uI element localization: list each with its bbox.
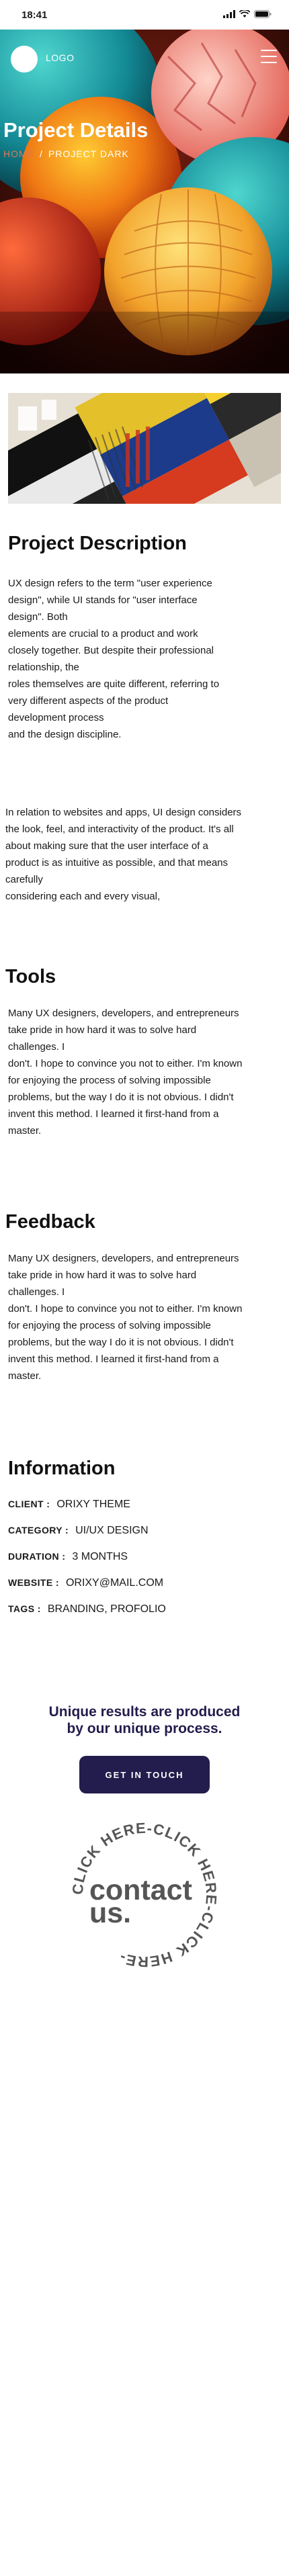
info-row-duration: DURATION : 3 MONTHS	[8, 1551, 128, 1563]
badge-center-line-2: us.	[89, 1897, 132, 1929]
hamburger-menu-icon[interactable]	[261, 50, 277, 63]
info-value: 3 MONTHS	[72, 1551, 128, 1562]
description-paragraph-2: In relation to websites and apps, UI des…	[5, 807, 242, 902]
info-row-website: WEBSITE : ORIXY@MAIL.COM	[8, 1577, 163, 1589]
tools-heading: Tools	[5, 966, 56, 987]
breadcrumb-separator: /	[40, 148, 43, 159]
feedback-heading: Feedback	[5, 1211, 95, 1233]
breadcrumb: HOME / PROJECT DARK	[3, 148, 129, 159]
info-row-client: CLIENT : ORIXY THEME	[8, 1499, 130, 1511]
info-label: DURATION :	[8, 1551, 66, 1562]
info-row-tags: TAGS : BRANDING, PROFOLIO	[8, 1603, 166, 1615]
info-label: CLIENT :	[8, 1499, 50, 1509]
signal-icon	[223, 10, 235, 18]
hero-balloons-image	[0, 30, 289, 373]
project-image-strip	[8, 393, 281, 504]
cta-title: Unique results are produced by our uniqu…	[0, 1703, 289, 1737]
status-time: 18:41	[22, 9, 48, 21]
breadcrumb-home-link[interactable]: HOME	[3, 148, 34, 159]
logo-mark[interactable]	[11, 46, 38, 73]
description-paragraph-1: UX design refers to the term "user exper…	[8, 578, 220, 740]
cta-title-line-1: Unique results are produced	[48, 1704, 241, 1720]
wifi-icon	[239, 10, 250, 17]
battery-icon	[254, 10, 272, 18]
info-label: CATEGORY :	[8, 1525, 69, 1536]
info-value: UI/UX DESIGN	[75, 1525, 149, 1536]
info-value: ORIXY THEME	[56, 1499, 130, 1510]
status-bar: 18:41	[0, 0, 289, 30]
information-heading: Information	[8, 1458, 116, 1479]
feedback-paragraph: Many UX designers, developers, and entre…	[8, 1253, 243, 1382]
project-collage-image	[8, 393, 281, 504]
info-value[interactable]: ORIXY@MAIL.COM	[66, 1577, 163, 1589]
info-row-category: CATEGORY : UI/UX DESIGN	[8, 1525, 149, 1537]
cta-title-line-2: by our unique process.	[67, 1721, 222, 1736]
logo-text[interactable]: LOGO	[46, 52, 74, 63]
breadcrumb-current: PROJECT DARK	[48, 148, 129, 159]
info-label: WEBSITE :	[8, 1577, 59, 1588]
info-label: TAGS :	[8, 1603, 41, 1614]
info-value: BRANDING, PROFOLIO	[47, 1603, 166, 1615]
status-icons	[223, 10, 272, 18]
badge-center-text[interactable]: contact us.	[89, 1876, 192, 1928]
tools-paragraph: Many UX designers, developers, and entre…	[8, 1008, 243, 1137]
get-in-touch-button[interactable]: GET IN TOUCH	[79, 1756, 210, 1793]
page-title: Project Details	[3, 118, 149, 142]
description-heading: Project Description	[8, 533, 187, 554]
hero-banner: LOGO Project Details HOME / PROJECT DARK	[0, 30, 289, 373]
